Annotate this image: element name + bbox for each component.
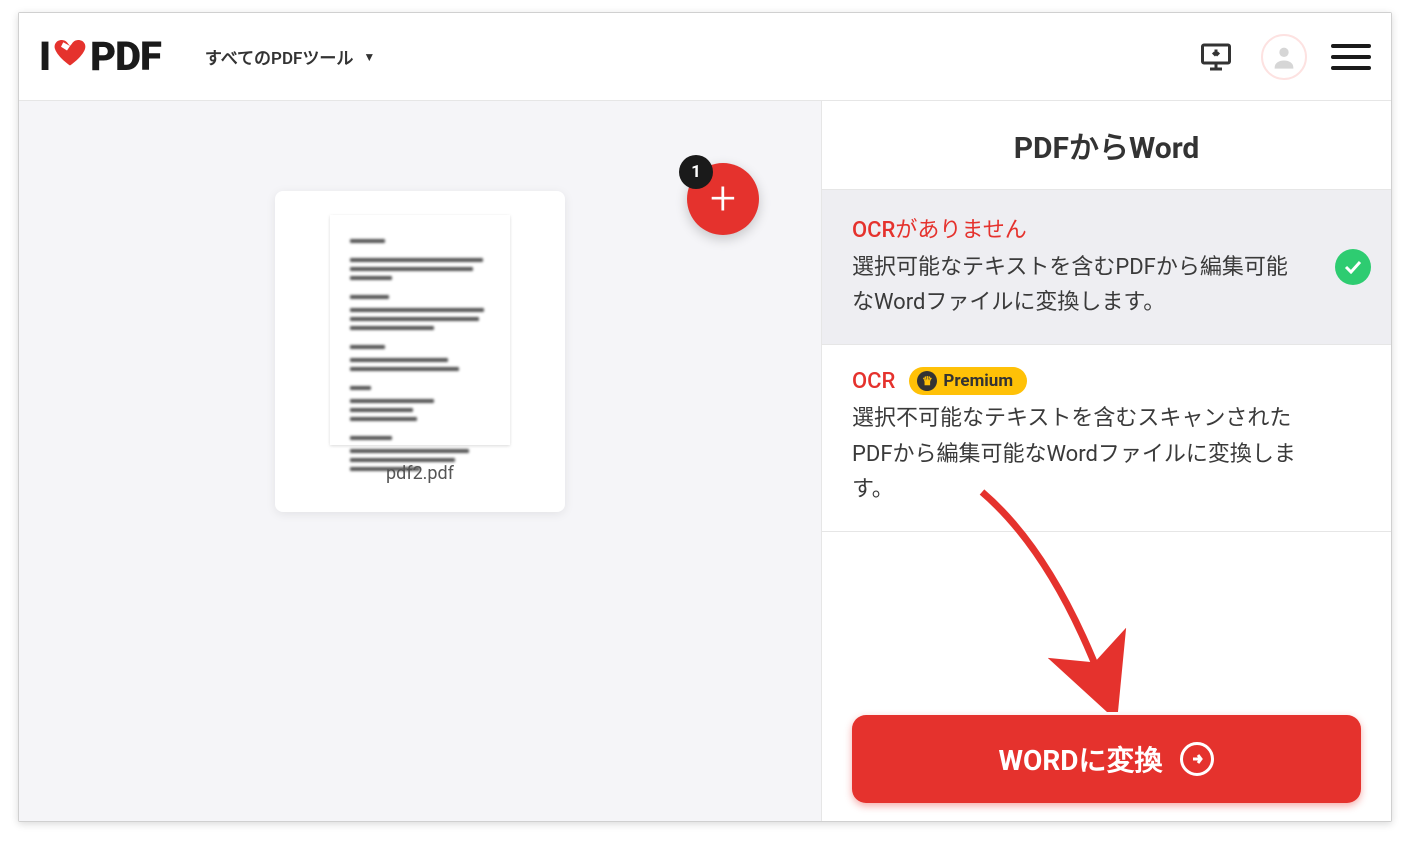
tools-dropdown[interactable]: すべてのPDFツール ▼	[205, 44, 375, 69]
menu-icon[interactable]	[1331, 37, 1371, 77]
option-no-ocr-desc: 選択可能なテキストを含むPDFから編集可能なWordファイルに変換します。	[852, 250, 1361, 320]
heart-icon	[52, 34, 88, 79]
check-icon	[1335, 249, 1371, 285]
option-no-ocr-title: OCRがありません	[852, 212, 1027, 244]
logo[interactable]: I PDF	[39, 33, 161, 80]
file-thumbnail	[330, 215, 510, 445]
main-content: pdf2.pdf + 1 PDFからWord OCRがありません 選択可能なテキ…	[19, 101, 1391, 821]
panel-title: PDFからWord	[822, 101, 1391, 190]
option-ocr-title: OCR	[852, 369, 895, 394]
option-ocr[interactable]: OCR ♛ Premium 選択不可能なテキストを含むスキャンされたPDFから編…	[822, 345, 1391, 532]
premium-badge: ♛ Premium	[909, 367, 1027, 395]
crown-icon: ♛	[917, 371, 937, 391]
header: I PDF すべてのPDFツール ▼	[19, 13, 1391, 101]
file-count-badge: 1	[679, 155, 713, 189]
caret-down-icon: ▼	[363, 50, 375, 64]
plus-icon: +	[710, 176, 736, 222]
option-no-ocr[interactable]: OCRがありません 選択可能なテキストを含むPDFから編集可能なWordファイル…	[822, 190, 1391, 345]
tools-dropdown-label: すべてのPDFツール	[205, 44, 353, 69]
arrow-right-icon	[1180, 742, 1214, 776]
option-ocr-desc: 選択不可能なテキストを含むスキャンされたPDFから編集可能なWordファイルに変…	[852, 401, 1361, 507]
logo-suffix: PDF	[90, 33, 161, 80]
convert-button-label: WORDに変換	[999, 739, 1163, 779]
premium-label: Premium	[943, 371, 1013, 391]
file-name: pdf2.pdf	[299, 463, 541, 484]
file-card[interactable]: pdf2.pdf	[275, 191, 565, 512]
workspace: pdf2.pdf + 1	[19, 101, 821, 821]
logo-prefix: I	[39, 33, 50, 80]
app-window: I PDF すべてのPDFツール ▼	[18, 12, 1392, 822]
desktop-download-icon[interactable]	[1193, 34, 1239, 80]
options-panel: PDFからWord OCRがありません 選択可能なテキストを含むPDFから編集可…	[821, 101, 1391, 821]
add-file-wrap: + 1	[687, 163, 759, 235]
convert-button[interactable]: WORDに変換	[852, 715, 1361, 803]
user-avatar[interactable]	[1261, 34, 1307, 80]
